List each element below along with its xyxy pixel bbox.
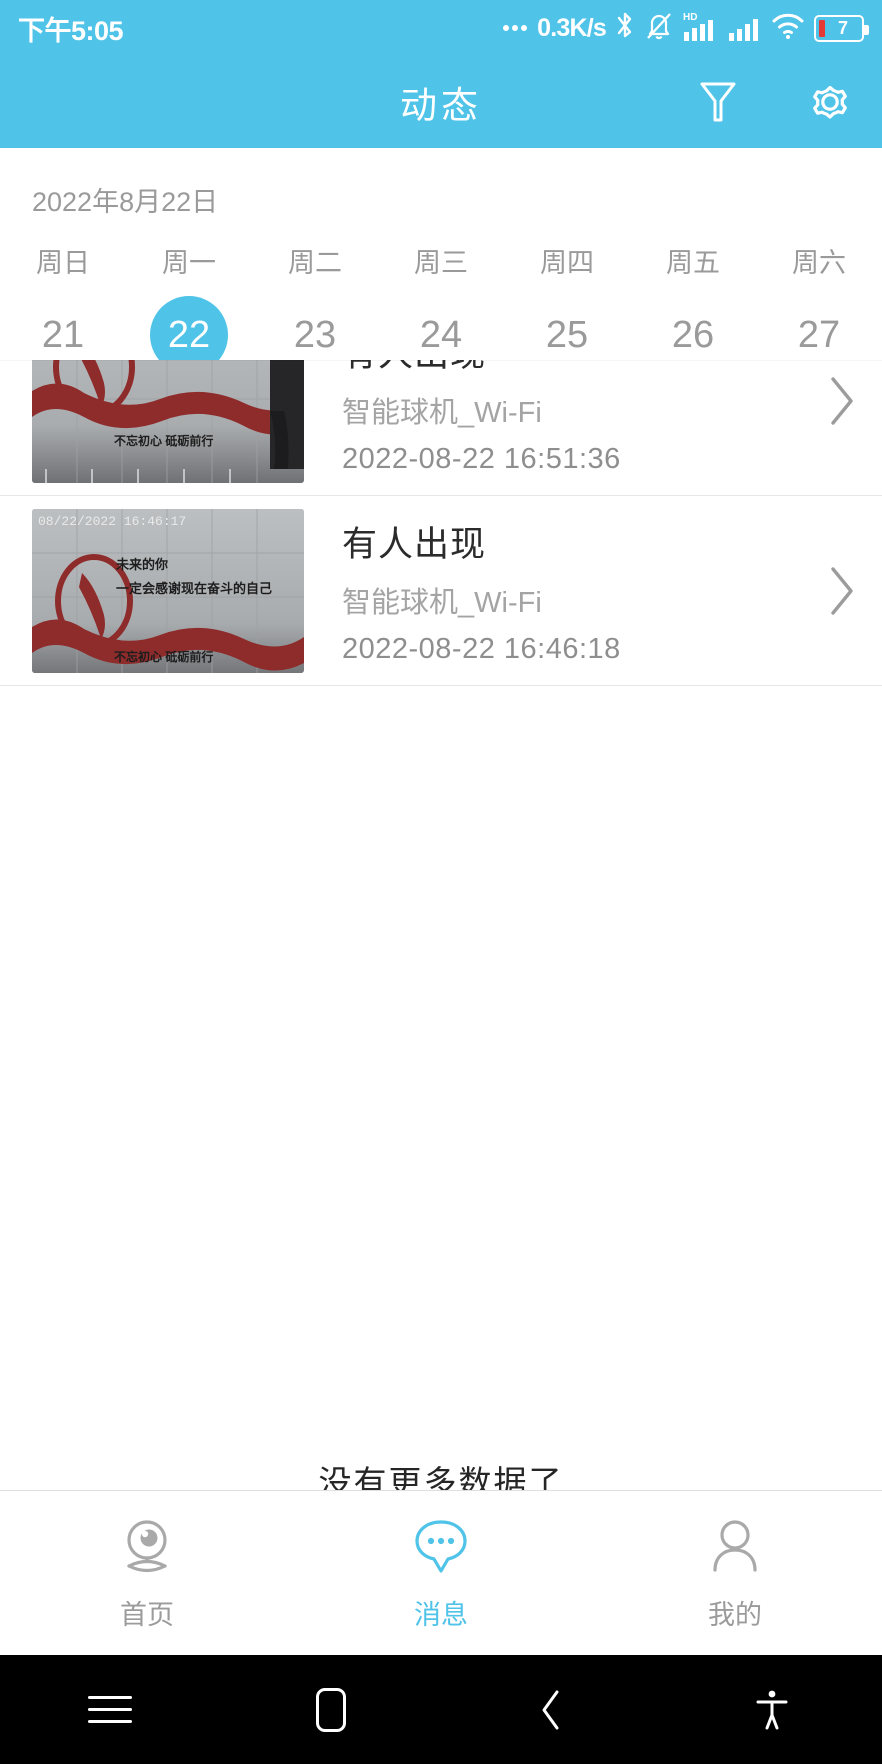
person-icon — [703, 1514, 767, 1583]
event-list[interactable]: 一定会感谢现在奋斗的自 不忘初心 砥砺前行 有人出现 智能球机_Wi-Fi 20… — [0, 360, 882, 1490]
list-footer-label: 没有更多数据了 — [0, 686, 882, 1490]
calendar-date-cell[interactable]: 24 — [402, 296, 480, 360]
chevron-right-icon[interactable] — [802, 373, 882, 429]
bottom-tab-bar: 首页 消息 我的 — [0, 1490, 882, 1655]
status-bar: 下午5:05 0.3K/s HD — [0, 0, 882, 56]
tab-home-label: 首页 — [120, 1593, 174, 1632]
table-row[interactable]: 一定会感谢现在奋斗的自 不忘初心 砥砺前行 有人出现 智能球机_Wi-Fi 20… — [0, 360, 882, 496]
calendar-dow-label: 周五 — [666, 241, 720, 280]
calendar-date-label: 23 — [294, 314, 336, 357]
calendar-date-cell-selected[interactable]: 22 — [150, 296, 228, 360]
calendar-date-cell[interactable]: 26 — [654, 296, 732, 360]
accessibility-icon[interactable] — [662, 1687, 882, 1733]
menu-icon[interactable] — [0, 1687, 221, 1732]
tab-home[interactable]: 首页 — [0, 1514, 294, 1632]
calendar-date-label: 26 — [672, 314, 714, 357]
calendar-date-label: 21 — [42, 314, 84, 357]
home-icon[interactable] — [221, 1688, 442, 1732]
gear-icon[interactable] — [802, 74, 858, 130]
svg-text:一定会感谢现在奋斗的自己: 一定会感谢现在奋斗的自己 — [116, 581, 272, 596]
tab-messages[interactable]: 消息 — [294, 1514, 588, 1632]
calendar-current-date: 2022年8月22日 — [0, 148, 882, 219]
calendar-date-label: 25 — [546, 314, 588, 357]
event-timestamp: 2022-08-22 16:46:18 — [342, 633, 802, 666]
battery-icon: 7 — [814, 15, 864, 42]
calendar-day-wednesday[interactable]: 周三 24 — [378, 241, 504, 360]
tab-messages-label: 消息 — [414, 1593, 468, 1632]
signal-icon — [728, 10, 762, 47]
calendar-date-label: 27 — [798, 314, 840, 357]
event-thumbnail[interactable]: 08/22/2022 16:46:17 未来的你 一定会感谢现在奋斗的自己 不忘… — [32, 509, 304, 673]
ellipsis-icon — [503, 25, 527, 31]
calendar-dow-label: 周日 — [36, 241, 90, 280]
event-device-name: 智能球机_Wi-Fi — [342, 389, 802, 431]
calendar-day-tuesday[interactable]: 周二 23 — [252, 241, 378, 360]
calendar-date-cell[interactable]: 27 — [780, 296, 858, 360]
status-bar-icons: 0.3K/s HD — [503, 10, 864, 47]
calendar-day-sunday[interactable]: 周日 21 — [0, 241, 126, 360]
calendar-dow-label: 周二 — [288, 241, 342, 280]
battery-level-label: 7 — [838, 18, 848, 39]
calendar-dow-label: 周三 — [414, 241, 468, 280]
calendar-dow-label: 周四 — [540, 241, 594, 280]
table-row[interactable]: 08/22/2022 16:46:17 未来的你 一定会感谢现在奋斗的自己 不忘… — [0, 496, 882, 686]
calendar-dow-label: 周一 — [162, 241, 216, 280]
calendar-date-cell[interactable]: 23 — [276, 296, 354, 360]
bluetooth-icon — [615, 11, 635, 46]
svg-text:不忘初心 砥砺前行: 不忘初心 砥砺前行 — [114, 433, 213, 448]
app-bar-actions — [690, 74, 858, 130]
filter-funnel-icon[interactable] — [690, 74, 746, 130]
event-details: 有人出现 智能球机_Wi-Fi 2022-08-22 16:51:36 — [304, 360, 802, 476]
calendar-date-cell[interactable]: 21 — [24, 296, 102, 360]
calendar-week-grid: 周日 21 周一 22 周二 23 周三 24 — [0, 241, 882, 360]
tab-profile[interactable]: 我的 — [588, 1514, 882, 1632]
tab-profile-label: 我的 — [708, 1593, 762, 1632]
android-navigation-bar — [0, 1655, 882, 1764]
calendar-dow-label: 周六 — [792, 241, 846, 280]
calendar-date-cell[interactable]: 25 — [528, 296, 606, 360]
camera-dome-icon — [115, 1514, 179, 1583]
svg-text:不忘初心 砥砺前行: 不忘初心 砥砺前行 — [114, 649, 213, 664]
event-details: 有人出现 智能球机_Wi-Fi 2022-08-22 16:46:18 — [304, 516, 802, 666]
calendar-header: 2022年8月22日 周日 21 周一 22 周二 23 周 — [0, 148, 882, 360]
phone-screen: 下午5:05 0.3K/s HD — [0, 0, 882, 1764]
hd-signal-icon: HD — [683, 10, 719, 47]
app-bar: 动态 — [0, 56, 882, 148]
event-title: 有人出现 — [342, 516, 802, 567]
status-bar-clock: 下午5:05 — [18, 9, 123, 48]
bell-muted-icon — [644, 11, 674, 46]
back-icon[interactable] — [441, 1687, 662, 1733]
thumbnail-timestamp: 08/22/2022 16:46:17 — [38, 514, 186, 529]
message-bubble-icon — [409, 1514, 473, 1583]
network-speed-label: 0.3K/s — [537, 14, 606, 43]
wifi-icon — [771, 11, 805, 46]
calendar-day-thursday[interactable]: 周四 25 — [504, 241, 630, 360]
event-title: 有人出现 — [342, 360, 802, 377]
calendar-date-label: 22 — [168, 314, 210, 357]
calendar-day-saturday[interactable]: 周六 27 — [756, 241, 882, 360]
event-thumbnail[interactable]: 一定会感谢现在奋斗的自 不忘初心 砥砺前行 — [32, 360, 304, 483]
svg-text:未来的你: 未来的你 — [115, 557, 168, 572]
svg-text:HD: HD — [683, 12, 697, 23]
event-device-name: 智能球机_Wi-Fi — [342, 579, 802, 621]
chevron-right-icon[interactable] — [802, 563, 882, 619]
calendar-day-monday[interactable]: 周一 22 — [126, 241, 252, 360]
calendar-day-friday[interactable]: 周五 26 — [630, 241, 756, 360]
event-timestamp: 2022-08-22 16:51:36 — [342, 443, 802, 476]
calendar-date-label: 24 — [420, 314, 462, 357]
